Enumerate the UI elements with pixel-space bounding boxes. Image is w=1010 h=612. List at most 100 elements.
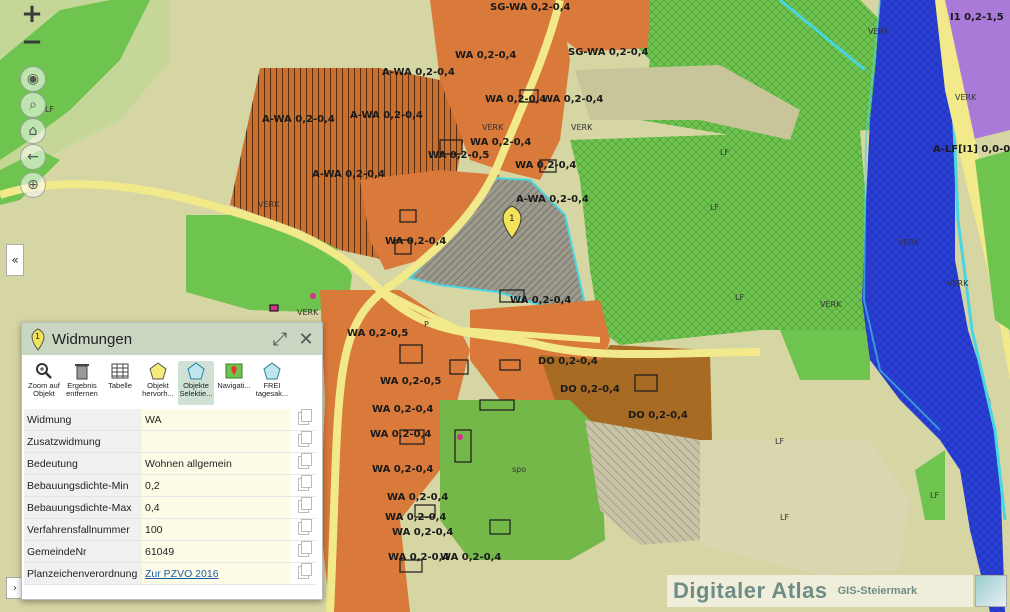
collapse-sidebar-button[interactable]: « xyxy=(6,244,24,276)
panel-header: 1 Widmungen ⤢ ✕ xyxy=(22,323,322,355)
attribute-row: Zusatzwidmung xyxy=(24,430,316,453)
attribute-key: Planzeichenverordnung xyxy=(24,562,142,585)
attribute-row: Planzeichenverordnung Zur PZVO 2016 xyxy=(24,562,316,585)
zone-label-wa: WA 0,2-0,5 xyxy=(428,150,489,161)
attribute-key: Verfahrensfallnummer xyxy=(24,518,142,541)
copy-icon[interactable] xyxy=(297,474,312,491)
close-icon[interactable]: ✕ xyxy=(296,329,316,350)
highlight-object-icon xyxy=(148,361,168,381)
zone-label-wa: WA 0,2-0,4 xyxy=(542,94,603,105)
back-icon[interactable]: ← xyxy=(20,144,46,170)
attribute-value: Wohnen allgemein xyxy=(142,452,290,475)
tool-zoom-to-object-button[interactable]: Zoom auf Objekt xyxy=(26,361,62,405)
copy-icon[interactable] xyxy=(297,430,312,447)
zone-label-wa: WA 0,2-0,4 xyxy=(485,94,546,105)
zone-label-wa: A-WA 0,2-0,4 xyxy=(382,67,455,78)
svg-text:VERK: VERK xyxy=(898,238,920,247)
svg-text:LF: LF xyxy=(710,203,719,212)
zone-label-wa: WA 0,2-0,4 xyxy=(510,295,571,306)
tool-label: Zoom auf Objekt xyxy=(28,381,60,398)
tool-highlight-object-button[interactable]: Objekt hervorh... xyxy=(140,361,176,405)
locate-icon[interactable]: ◉ xyxy=(20,66,46,92)
attribute-key: GemeindeNr xyxy=(24,540,142,563)
widmungen-panel: 1 Widmungen ⤢ ✕ Zoom auf Objekt Ergebnis … xyxy=(21,322,323,600)
zoom-region-icon[interactable]: ⌕ xyxy=(20,92,46,118)
attribute-row: Bebauungsdichte-Max 0,4 xyxy=(24,496,316,519)
svg-text:VERK: VERK xyxy=(955,93,977,102)
tool-label: Tabelle xyxy=(108,381,132,390)
trash-icon xyxy=(72,361,92,381)
navigation-icon xyxy=(224,361,244,381)
zone-label-wa: SG-WA 0,2-0,4 xyxy=(490,2,571,13)
zoom-in-button[interactable]: + xyxy=(20,0,44,29)
tool-label: Objekt hervorh... xyxy=(142,381,174,398)
copy-icon[interactable] xyxy=(297,562,312,579)
copy-icon[interactable] xyxy=(297,452,312,469)
brand-subtitle: GIS-Steiermark xyxy=(837,585,918,597)
zone-label-wa: WA 0,2-0,4 xyxy=(515,160,576,171)
gis-logo-icon xyxy=(975,575,1007,607)
tool-select-objects-button[interactable]: Objekte Selektie... xyxy=(178,361,214,405)
attribute-key: Bebauungsdichte-Max xyxy=(24,496,142,519)
svg-text:LF: LF xyxy=(720,148,729,157)
copy-icon[interactable] xyxy=(297,518,312,535)
zone-label-wa: A-WA 0,2-0,4 xyxy=(350,110,423,121)
copy-icon[interactable] xyxy=(297,540,312,557)
svg-text:VERK: VERK xyxy=(258,200,280,209)
tool-trash-button[interactable]: Ergebnis entfernen xyxy=(64,361,100,405)
maximize-icon[interactable]: ⤢ xyxy=(270,329,290,350)
copy-icon[interactable] xyxy=(297,408,312,425)
zone-label-wa: WA 0,2-0,4 xyxy=(385,236,446,247)
attribute-table: Widmung WA Zusatzwidmung Bedeutung Wohnen al… xyxy=(24,408,316,585)
svg-text:LF: LF xyxy=(930,491,939,500)
tool-table-button[interactable]: Tabelle xyxy=(102,361,138,405)
svg-text:1: 1 xyxy=(509,214,515,224)
home-icon[interactable]: ⌂ xyxy=(20,118,46,144)
table-icon xyxy=(110,361,130,381)
svg-text:LF: LF xyxy=(780,513,789,522)
tool-free-daily-button[interactable]: FREI tagesak... xyxy=(254,361,290,405)
topright-label: I1 0,2-1,5 xyxy=(950,12,1004,23)
tool-label: Navigati... xyxy=(217,381,251,390)
zone-label-do: DO 0,2-0,4 xyxy=(628,410,688,421)
result-marker-icon: 1 xyxy=(31,328,45,351)
zone-label-wa: WA 0,2-0,4 xyxy=(387,492,448,503)
zone-label-wa: A-WA 0,2-0,4 xyxy=(312,169,385,180)
attribute-key: Bedeutung xyxy=(24,452,142,475)
zone-label-wa: WA 0,2-0,4 xyxy=(370,429,431,440)
zone-label-wa: WA 0,2-0,4 xyxy=(372,464,433,475)
attribute-key: Widmung xyxy=(24,409,142,431)
zoom-out-button[interactable]: − xyxy=(20,27,44,57)
svg-text:LF: LF xyxy=(45,105,54,114)
svg-text:VERK: VERK xyxy=(482,123,504,132)
svg-text:VERK: VERK xyxy=(947,279,969,288)
zone-label-wa: WA 0,2-0,4 xyxy=(372,404,433,415)
svg-text:1: 1 xyxy=(35,332,40,341)
zone-label-wa: WA 0,2-0,4 xyxy=(470,137,531,148)
zone-label-wa: A-WA 0,2-0,4 xyxy=(262,114,335,125)
gps-icon[interactable]: ⊕ xyxy=(20,172,46,198)
attribute-key: Bebauungsdichte-Min xyxy=(24,474,142,497)
alf-label: A-LF[I1] 0,0-0,0 xyxy=(933,144,1010,155)
attribute-row: GemeindeNr 61049 xyxy=(24,540,316,563)
svg-text:LF: LF xyxy=(775,437,784,446)
free-daily-icon xyxy=(262,361,282,381)
zone-label-wa: A-WA 0,2-0,4 xyxy=(516,194,589,205)
zone-label-wa: WA 0,2-0,4 xyxy=(385,512,446,523)
panel-toolbar: Zoom auf Objekt Ergebnis entfernen Tabelle… xyxy=(22,355,322,407)
pzvo-link[interactable]: Zur PZVO 2016 xyxy=(145,568,219,580)
parking-label: P xyxy=(424,320,429,329)
svg-text:VERK: VERK xyxy=(868,27,890,36)
copy-icon[interactable] xyxy=(297,496,312,513)
attribute-value: 0,4 xyxy=(142,496,290,519)
select-objects-icon xyxy=(186,361,206,381)
spo-label: spo xyxy=(512,465,526,474)
tool-navigation-button[interactable]: Navigati... xyxy=(216,361,252,405)
zoom-to-object-icon xyxy=(34,361,54,381)
svg-text:VERK: VERK xyxy=(297,308,319,317)
tool-label: Ergebnis entfernen xyxy=(66,381,98,398)
zone-label-wa: SG-WA 0,2-0,4 xyxy=(568,47,649,58)
brand-banner: Digitaler Atlas GIS-Steiermark xyxy=(667,575,1007,607)
attribute-value xyxy=(142,430,290,453)
svg-text:VERK: VERK xyxy=(820,300,842,309)
